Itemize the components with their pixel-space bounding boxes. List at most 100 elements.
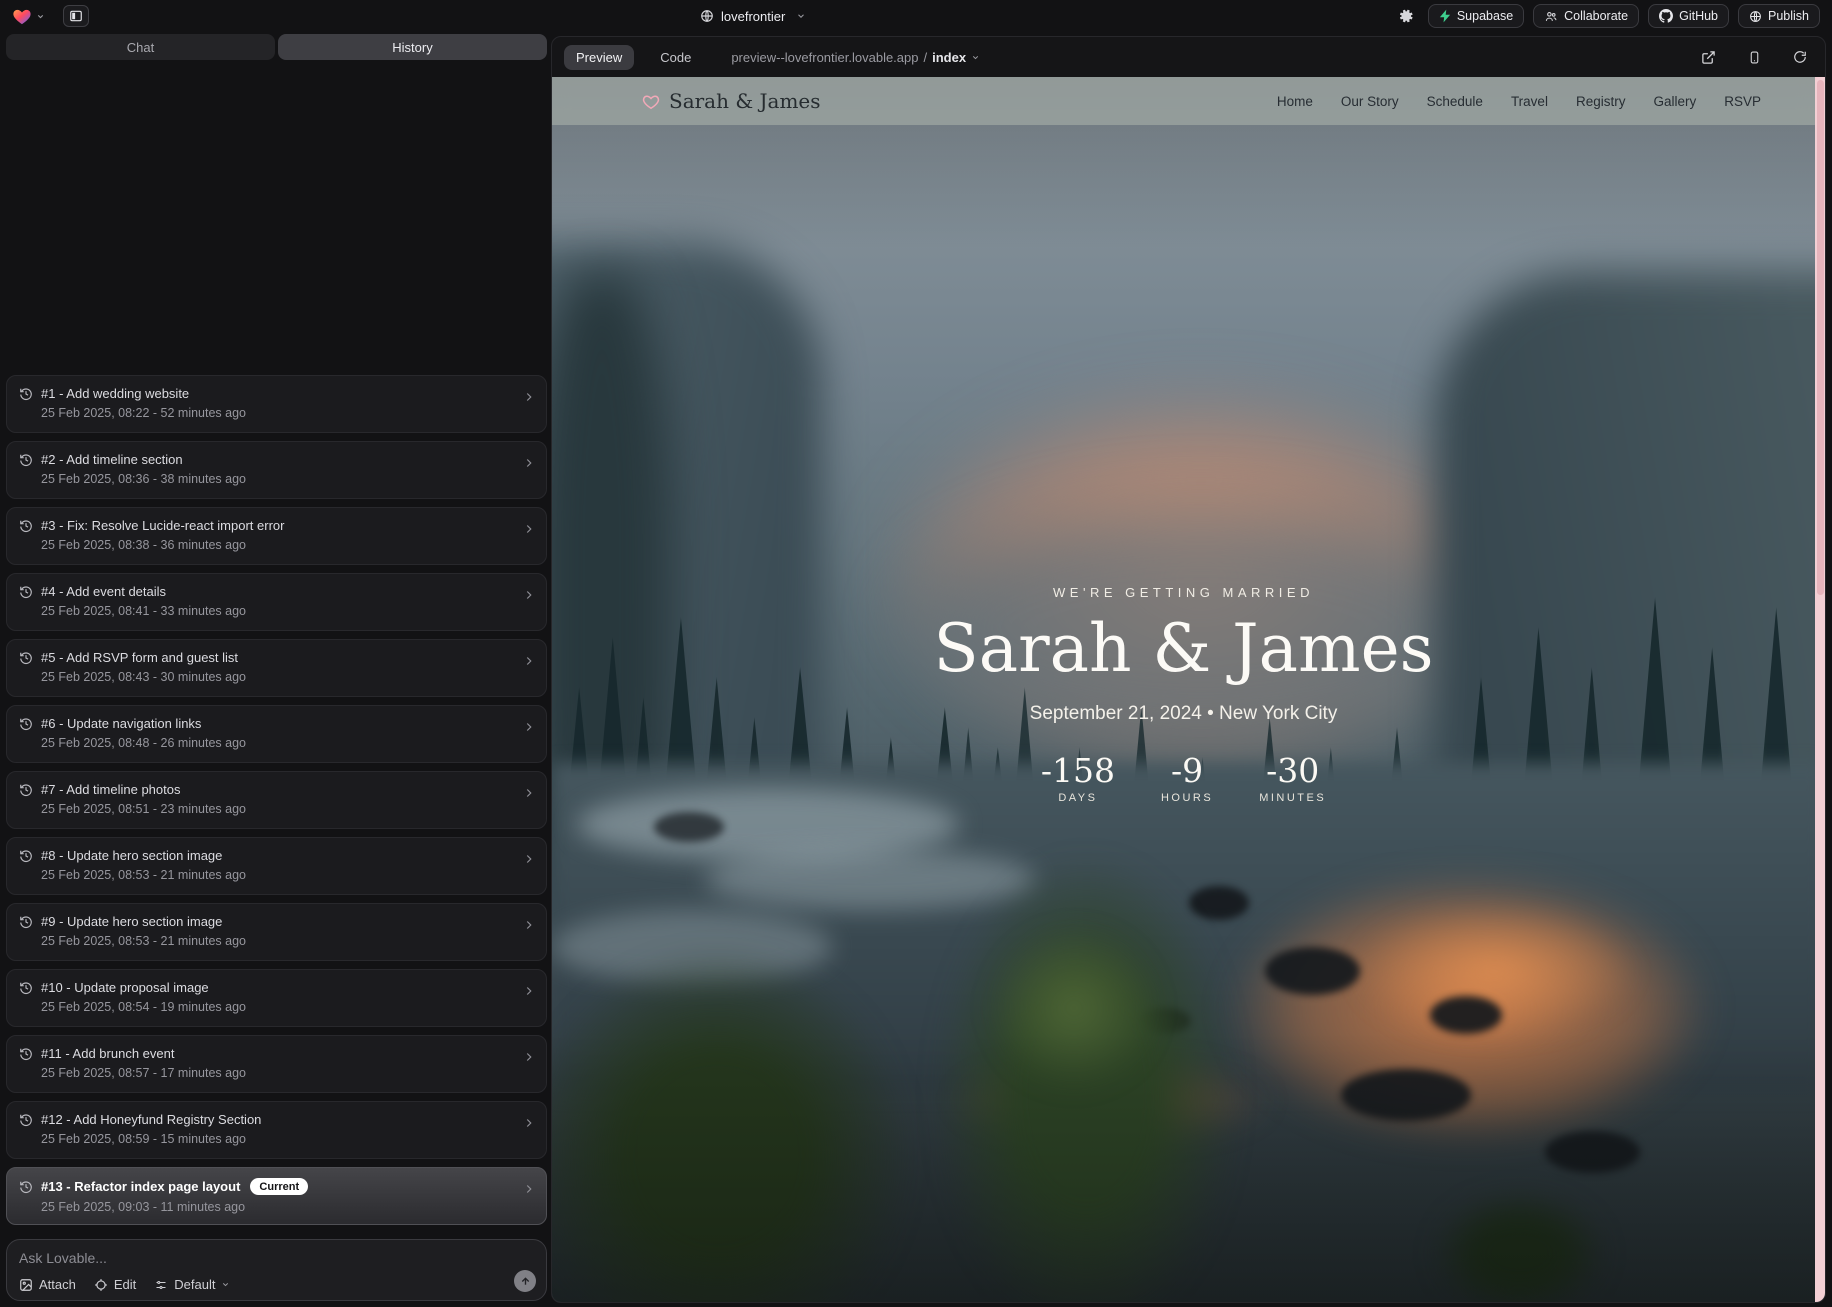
countdown-label: HOURS <box>1161 792 1213 804</box>
history-clock-icon <box>19 981 33 995</box>
history-item-meta: 25 Feb 2025, 08:59 - 15 minutes ago <box>19 1132 516 1146</box>
site-header: Sarah & James Home Our Story Schedule Trave… <box>552 77 1815 125</box>
github-button[interactable]: GitHub <box>1648 4 1729 28</box>
history-item[interactable]: #6 - Update navigation links 25 Feb 2025… <box>6 705 547 763</box>
supabase-button[interactable]: Supabase <box>1428 4 1524 28</box>
github-label: GitHub <box>1679 9 1718 23</box>
open-external-button[interactable] <box>1695 45 1721 69</box>
chevron-right-icon <box>522 390 536 404</box>
history-item[interactable]: #13 - Refactor index page layout Current… <box>6 1167 547 1225</box>
nav-link-travel[interactable]: Travel <box>1511 94 1548 109</box>
history-item[interactable]: #1 - Add wedding website 25 Feb 2025, 08… <box>6 375 547 433</box>
collaborate-label: Collaborate <box>1564 9 1628 23</box>
nav-link-registry[interactable]: Registry <box>1576 94 1626 109</box>
sidebar-toggle-button[interactable] <box>63 5 89 27</box>
tab-history[interactable]: History <box>278 34 547 60</box>
history-item[interactable]: #3 - Fix: Resolve Lucide-react import er… <box>6 507 547 565</box>
history-item-meta: 25 Feb 2025, 08:22 - 52 minutes ago <box>19 406 516 420</box>
history-item-meta: 25 Feb 2025, 08:41 - 33 minutes ago <box>19 604 516 618</box>
device-preview-button[interactable] <box>1741 45 1767 69</box>
history-item[interactable]: #7 - Add timeline photos 25 Feb 2025, 08… <box>6 771 547 829</box>
countdown: -158DAYS-9HOURS-30MINUTES <box>1041 751 1326 804</box>
chat-sidebar: Chat History #1 - Add wedding website 25… <box>6 34 547 1301</box>
history-item[interactable]: #9 - Update hero section image 25 Feb 20… <box>6 903 547 961</box>
history-item-title: #6 - Update navigation links <box>41 716 201 731</box>
url-chevron-down-icon <box>971 53 980 62</box>
prompt-input[interactable] <box>19 1250 380 1266</box>
users-icon <box>1544 10 1558 23</box>
tab-chat[interactable]: Chat <box>6 34 275 60</box>
sidebar-tabs: Chat History <box>6 34 547 60</box>
history-item[interactable]: #8 - Update hero section image 25 Feb 20… <box>6 837 547 895</box>
history-item[interactable]: #10 - Update proposal image 25 Feb 2025,… <box>6 969 547 1027</box>
chevron-right-icon <box>522 1116 536 1130</box>
preview-url-selector[interactable]: preview--lovefrontier.lovable.app / inde… <box>731 50 980 65</box>
history-item-meta: 25 Feb 2025, 08:53 - 21 minutes ago <box>19 868 516 882</box>
publish-globe-icon <box>1749 10 1762 23</box>
countdown-label: DAYS <box>1058 792 1097 804</box>
history-item[interactable]: #12 - Add Honeyfund Registry Section 25 … <box>6 1101 547 1159</box>
history-item-title: #12 - Add Honeyfund Registry Section <box>41 1112 261 1127</box>
crosshair-icon <box>94 1278 108 1292</box>
refresh-button[interactable] <box>1787 45 1813 69</box>
history-item-title: #8 - Update hero section image <box>41 848 222 863</box>
scrollbar-thumb[interactable] <box>1817 80 1824 595</box>
site-logo-text: Sarah & James <box>669 89 821 113</box>
lovable-heart-icon[interactable] <box>12 7 32 25</box>
nav-link-our-story[interactable]: Our Story <box>1341 94 1399 109</box>
app-topbar: lovefrontier Supabase Collabor <box>0 0 1832 32</box>
github-icon <box>1659 9 1673 23</box>
site-scrollbar[interactable] <box>1815 77 1825 1302</box>
chevron-right-icon <box>522 852 536 866</box>
history-clock-icon <box>19 651 33 665</box>
settings-button[interactable] <box>1393 4 1419 28</box>
tab-code[interactable]: Code <box>648 45 703 70</box>
preview-page: index <box>932 50 966 65</box>
history-item[interactable]: #11 - Add brunch event 25 Feb 2025, 08:5… <box>6 1035 547 1093</box>
history-clock-icon <box>19 1180 33 1194</box>
collaborate-button[interactable]: Collaborate <box>1533 4 1639 28</box>
history-item-title: #11 - Add brunch event <box>41 1046 174 1061</box>
history-clock-icon <box>19 387 33 401</box>
site-logo[interactable]: Sarah & James <box>642 89 821 113</box>
project-name: lovefrontier <box>721 9 785 24</box>
nav-link-gallery[interactable]: Gallery <box>1653 94 1696 109</box>
history-clock-icon <box>19 915 33 929</box>
publish-button[interactable]: Publish <box>1738 4 1820 28</box>
history-item[interactable]: #2 - Add timeline section 25 Feb 2025, 0… <box>6 441 547 499</box>
project-chevron-down-icon <box>796 11 806 21</box>
hero-eyebrow: WE'RE GETTING MARRIED <box>1053 585 1314 600</box>
chevron-right-icon <box>522 720 536 734</box>
history-item[interactable]: #5 - Add RSVP form and guest list 25 Feb… <box>6 639 547 697</box>
attach-button[interactable]: Attach <box>19 1277 76 1292</box>
history-item-title: #3 - Fix: Resolve Lucide-react import er… <box>41 518 284 533</box>
image-icon <box>19 1278 33 1292</box>
logo-chevron-down-icon[interactable] <box>36 12 45 21</box>
history-list: #1 - Add wedding website 25 Feb 2025, 08… <box>6 375 547 1225</box>
project-selector[interactable]: lovefrontier <box>700 5 806 27</box>
history-item-title: #9 - Update hero section image <box>41 914 222 929</box>
history-item-meta: 25 Feb 2025, 08:48 - 26 minutes ago <box>19 736 516 750</box>
hero-section: WE'RE GETTING MARRIED Sarah & James Sept… <box>552 585 1815 804</box>
history-clock-icon <box>19 519 33 533</box>
publish-label: Publish <box>1768 9 1809 23</box>
chevron-right-icon <box>522 522 536 536</box>
chevron-right-icon <box>522 1182 536 1196</box>
mode-selector[interactable]: Default <box>154 1277 230 1292</box>
site-viewport: Sarah & James Home Our Story Schedule Trave… <box>552 77 1825 1302</box>
tab-preview[interactable]: Preview <box>564 45 634 70</box>
nav-link-home[interactable]: Home <box>1277 94 1313 109</box>
history-item[interactable]: #4 - Add event details 25 Feb 2025, 08:4… <box>6 573 547 631</box>
gear-icon <box>1398 8 1414 24</box>
countdown-unit: -158 DAYS <box>1041 751 1115 804</box>
preview-toolbar: Preview Code preview--lovefrontier.lovab… <box>552 37 1825 77</box>
send-button[interactable] <box>514 1270 536 1292</box>
edit-button[interactable]: Edit <box>94 1277 136 1292</box>
sliders-icon <box>154 1279 168 1291</box>
nav-link-rsvp[interactable]: RSVP <box>1724 94 1761 109</box>
nav-link-schedule[interactable]: Schedule <box>1427 94 1483 109</box>
history-item-title: #13 - Refactor index page layout <box>41 1179 240 1194</box>
preview-pane: Preview Code preview--lovefrontier.lovab… <box>551 36 1826 1303</box>
countdown-value: -158 <box>1041 751 1115 790</box>
attach-label: Attach <box>39 1277 76 1292</box>
